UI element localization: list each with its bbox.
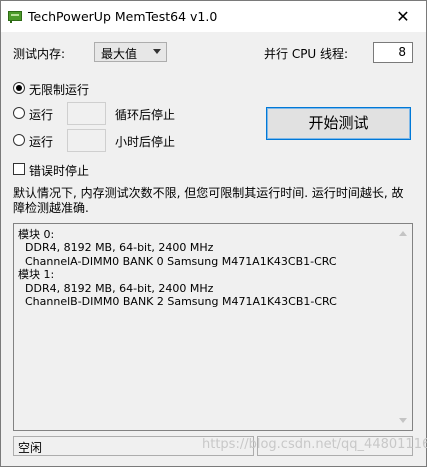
scroll-up-icon[interactable]	[399, 231, 407, 236]
threads-input[interactable]: 8	[373, 42, 413, 63]
module-1-spec: DDR4, 8192 MB, 64-bit, 2400 MHz	[25, 281, 214, 295]
window-title: TechPowerUp MemTest64 v1.0	[28, 9, 218, 24]
memory-stick-icon	[8, 11, 22, 23]
chevron-down-icon	[153, 49, 161, 54]
info-text: 默认情况下, 内存测试次数不限, 但您可限制其运行时间. 运行时间越长, 故障检…	[13, 186, 404, 215]
loops-suffix: 循环后停止	[115, 108, 176, 122]
module-info-box[interactable]: 模块 0: DDR4, 8192 MB, 64-bit, 2400 MHz Ch…	[13, 223, 413, 431]
radio-hours-label: 运行	[29, 135, 54, 149]
status-text: 空闲	[18, 441, 43, 455]
module-0-slot: ChannelA-DIMM0 BANK 0 Samsung M471A1K43C…	[25, 254, 337, 268]
module-1-header: 模块 1:	[18, 268, 55, 282]
watermark: https://blog.csdn.net/qq_44801116	[202, 437, 427, 452]
vertical-scrollbar[interactable]	[395, 224, 412, 430]
stop-on-error-checkbox[interactable]	[13, 163, 25, 175]
hours-suffix: 小时后停止	[115, 135, 176, 149]
module-0-header: 模块 0:	[18, 228, 55, 241]
memory-label: 测试内存:	[13, 47, 66, 61]
threads-label: 并行 CPU 线程:	[264, 47, 349, 61]
module-list: 模块 0: DDR4, 8192 MB, 64-bit, 2400 MHz Ch…	[18, 228, 337, 308]
close-icon[interactable]: ✕	[380, 1, 426, 32]
radio-unlimited-label: 无限制运行	[29, 83, 90, 97]
scroll-down-icon[interactable]	[399, 418, 407, 423]
module-0-spec: DDR4, 8192 MB, 64-bit, 2400 MHz	[25, 241, 214, 255]
stop-on-error-label: 错误时停止	[29, 164, 90, 178]
memory-select[interactable]: 最大值	[94, 42, 167, 62]
loops-input[interactable]	[67, 102, 106, 125]
radio-loops-label: 运行	[29, 108, 54, 122]
start-test-button[interactable]: 开始测试	[266, 107, 411, 140]
radio-loops[interactable]	[13, 107, 25, 119]
module-1-slot: ChannelB-DIMM0 BANK 2 Samsung M471A1K43C…	[25, 295, 337, 309]
hours-input[interactable]	[67, 129, 106, 152]
title-bar[interactable]: TechPowerUp MemTest64 v1.0 ✕	[1, 1, 426, 32]
radio-unlimited[interactable]	[13, 82, 25, 94]
radio-hours[interactable]	[13, 134, 25, 146]
memory-select-value: 最大值	[101, 47, 138, 61]
